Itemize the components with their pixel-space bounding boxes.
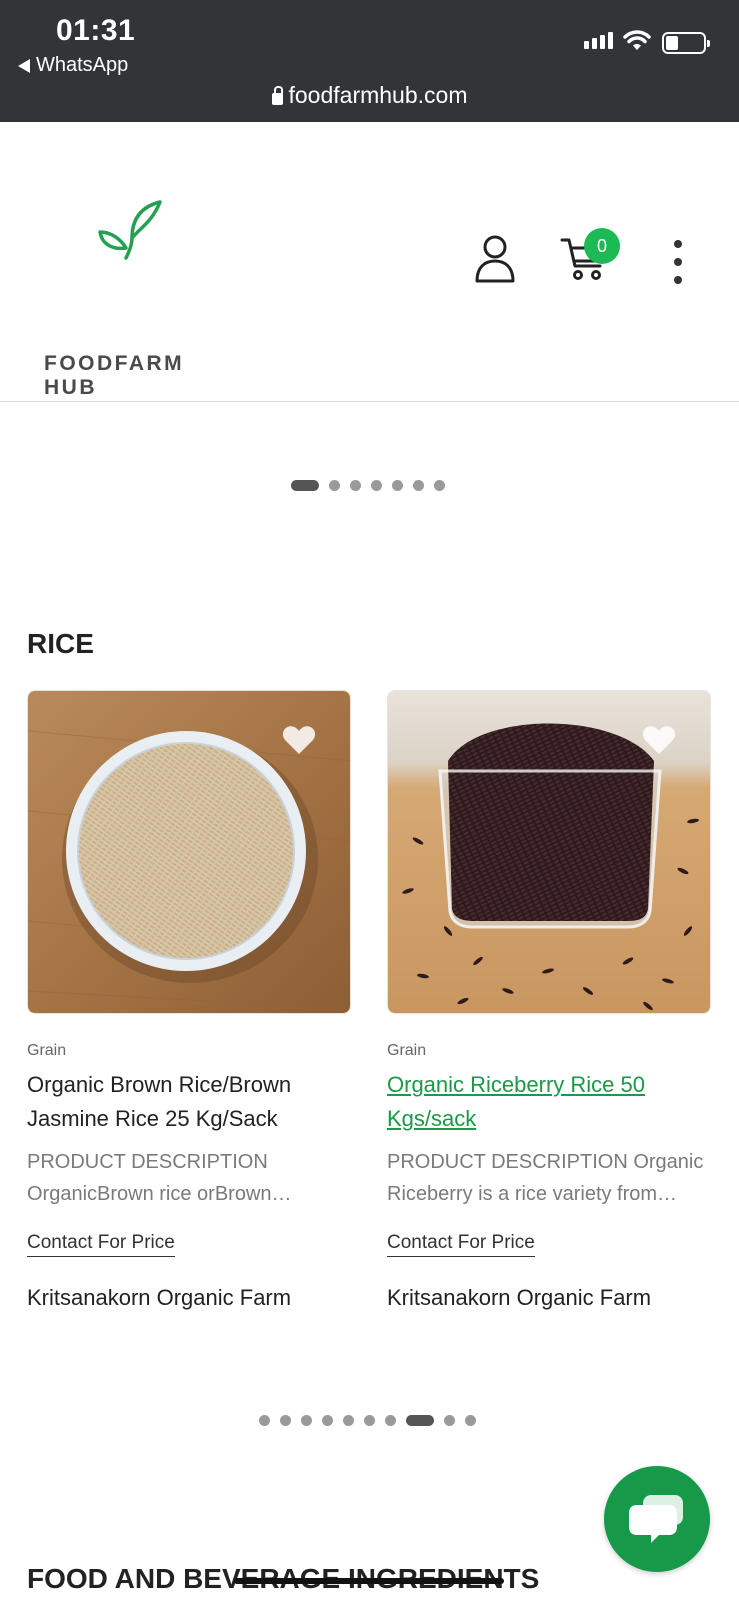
cellular-signal-icon: [584, 32, 613, 49]
home-indicator: [234, 1578, 504, 1584]
carousel-dot[interactable]: [291, 480, 319, 491]
account-icon[interactable]: [474, 234, 516, 284]
contact-for-price-link[interactable]: Contact For Price: [27, 1232, 175, 1257]
back-arrow-icon: [18, 58, 30, 73]
carousel-dot[interactable]: [406, 1415, 434, 1426]
carousel-dot[interactable]: [444, 1415, 455, 1426]
seller-name[interactable]: Kritsanakorn Organic Farm: [387, 1285, 711, 1311]
wifi-icon: [623, 30, 651, 50]
site-header: FOODFARM HUB 0: [0, 122, 739, 402]
carousel-dot[interactable]: [392, 480, 403, 491]
product-category: Grain: [387, 1042, 427, 1059]
hero-carousel-dots: [291, 480, 445, 491]
carousel-dot[interactable]: [259, 1415, 270, 1426]
carousel-dot[interactable]: [465, 1415, 476, 1426]
product-category: Grain: [27, 1042, 67, 1059]
wishlist-heart-icon[interactable]: [642, 725, 676, 755]
carousel-dot[interactable]: [301, 1415, 312, 1426]
product-description: PRODUCT DESCRIPTION Organic Riceberry is…: [387, 1151, 704, 1205]
chat-bubble-icon: [629, 1495, 683, 1543]
battery-icon: [662, 32, 710, 54]
product-image[interactable]: [387, 690, 711, 1014]
lock-icon: [271, 85, 283, 105]
contact-for-price-link[interactable]: Contact For Price: [387, 1232, 535, 1257]
chat-button[interactable]: [604, 1466, 710, 1572]
carousel-dot[interactable]: [329, 480, 340, 491]
status-bar: 01:31 WhatsApp foodfarmhub.com: [0, 0, 739, 122]
carousel-dot[interactable]: [413, 480, 424, 491]
cart-count-badge: 0: [584, 228, 620, 264]
carousel-dot[interactable]: [350, 480, 361, 491]
carousel-dot[interactable]: [434, 480, 445, 491]
product-description: PRODUCT DESCRIPTION OrganicBrown rice or…: [27, 1151, 292, 1205]
rice-carousel-dots: [259, 1415, 476, 1426]
site-logo[interactable]: FOODFARM HUB: [40, 200, 240, 399]
address-bar[interactable]: foodfarmhub.com: [0, 82, 739, 109]
product-image[interactable]: [27, 690, 351, 1014]
carousel-dot[interactable]: [371, 480, 382, 491]
logo-text: FOODFARM HUB: [44, 352, 185, 399]
product-card[interactable]: Grain Organic Brown Rice/Brown Jasmine R…: [27, 690, 351, 1311]
carousel-dot[interactable]: [322, 1415, 333, 1426]
leaf-logo-icon: [98, 200, 162, 260]
section-title-rice: RICE: [27, 628, 94, 659]
wishlist-heart-icon[interactable]: [282, 725, 316, 755]
carousel-dot[interactable]: [280, 1415, 291, 1426]
carousel-dot[interactable]: [385, 1415, 396, 1426]
back-to-app-button[interactable]: WhatsApp: [18, 54, 128, 77]
product-name-link[interactable]: Organic Riceberry Rice 50 Kgs/sack: [387, 1068, 711, 1136]
clock: 01:31: [56, 14, 136, 47]
url-text: foodfarmhub.com: [288, 82, 468, 108]
back-app-label: WhatsApp: [36, 54, 129, 76]
more-menu-icon[interactable]: [668, 240, 688, 284]
product-name-link[interactable]: Organic Brown Rice/Brown Jasmine Rice 25…: [27, 1068, 351, 1136]
carousel-dot[interactable]: [364, 1415, 375, 1426]
product-card[interactable]: Grain Organic Riceberry Rice 50 Kgs/sack…: [387, 690, 711, 1311]
seller-name[interactable]: Kritsanakorn Organic Farm: [27, 1285, 351, 1311]
carousel-dot[interactable]: [343, 1415, 354, 1426]
